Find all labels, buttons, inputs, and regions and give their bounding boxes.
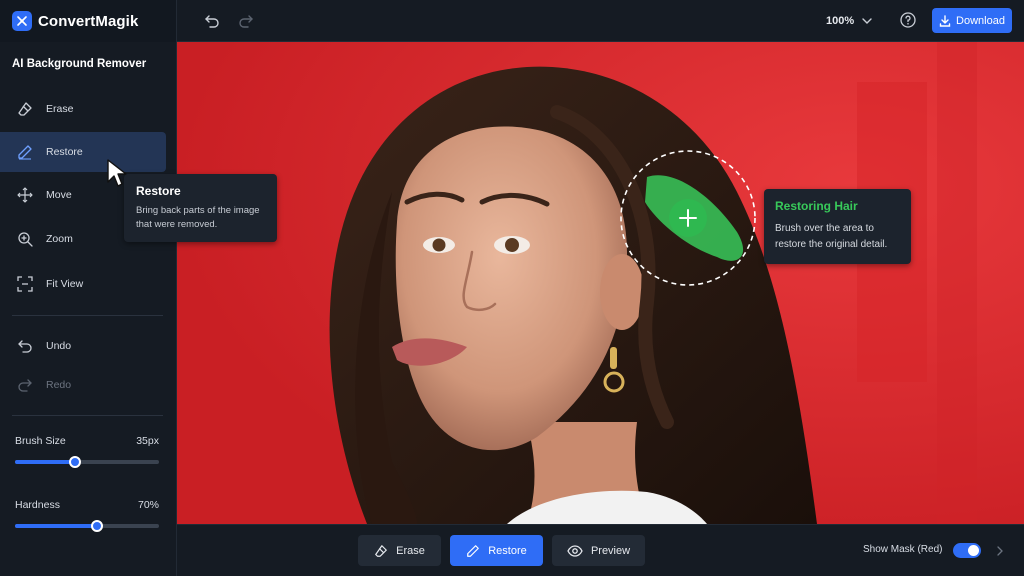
download-button[interactable]: Download bbox=[932, 8, 1012, 33]
hardness-label: Hardness bbox=[15, 499, 60, 511]
brush-size-slider-handle[interactable] bbox=[69, 456, 82, 468]
hardness-slider-fill bbox=[15, 524, 98, 528]
tool-restore[interactable]: Restore bbox=[0, 132, 166, 172]
brush-size-label: Brush Size bbox=[15, 435, 66, 447]
restoring-hair-title: Restoring Hair bbox=[775, 199, 858, 213]
tool-erase-label: Erase bbox=[46, 103, 74, 115]
sidebar-redo-button[interactable]: Redo bbox=[0, 365, 166, 405]
toolbar-redo-button[interactable] bbox=[236, 11, 256, 31]
move-icon bbox=[16, 186, 34, 204]
bottom-bar-expand-button[interactable] bbox=[994, 543, 1006, 558]
restore-tooltip: Restore Bring back parts of the image th… bbox=[124, 174, 277, 242]
sidebar-undo-button[interactable]: Undo bbox=[0, 326, 166, 366]
hardness-slider[interactable] bbox=[15, 520, 159, 532]
zoom-value: 100% bbox=[826, 15, 855, 27]
undo-icon bbox=[205, 15, 219, 28]
brand[interactable]: ConvertMagik bbox=[0, 0, 177, 42]
bottom-bar: Erase Restore Preview Show Mask (Red) bbox=[177, 524, 1024, 576]
redo-icon bbox=[239, 15, 253, 28]
fit-view-icon bbox=[16, 275, 34, 293]
sidebar: AI Background Remover Erase Restore Move… bbox=[0, 42, 177, 576]
sidebar-divider bbox=[12, 315, 163, 316]
show-mask-toggle-knob bbox=[968, 545, 979, 556]
redo-icon bbox=[16, 376, 34, 394]
toolbar-undo-button[interactable] bbox=[202, 11, 222, 31]
restoring-hair-description: Brush over the area to restore the origi… bbox=[775, 223, 888, 250]
tool-zoom-label: Zoom bbox=[46, 233, 73, 245]
top-bar: ConvertMagik 100% Download bbox=[0, 0, 1024, 42]
zoom-dropdown[interactable]: 100% bbox=[826, 12, 872, 30]
portrait-photo bbox=[177, 42, 1024, 524]
restore-tooltip-description: Bring back parts of the image that were … bbox=[136, 205, 260, 230]
bottom-restore-label: Restore bbox=[488, 544, 527, 557]
brush-size-value: 35px bbox=[136, 435, 159, 447]
tool-move-label: Move bbox=[46, 189, 72, 201]
eye-icon bbox=[567, 544, 583, 557]
restore-tooltip-title: Restore bbox=[136, 184, 181, 198]
hardness-slider-handle[interactable] bbox=[91, 520, 104, 532]
show-mask-toggle[interactable] bbox=[953, 543, 981, 558]
app-name: ConvertMagik bbox=[38, 12, 139, 30]
brush-size-slider-fill bbox=[15, 460, 76, 464]
download-icon bbox=[939, 14, 951, 27]
bottom-erase-label: Erase bbox=[396, 544, 425, 557]
eraser-icon bbox=[375, 544, 387, 557]
pen-icon bbox=[467, 544, 480, 557]
chevron-down-icon bbox=[862, 18, 872, 24]
show-mask-label: Show Mask (Red) bbox=[863, 544, 943, 555]
help-button[interactable] bbox=[899, 11, 917, 29]
restoring-hair-tooltip: Restoring Hair Brush over the area to re… bbox=[764, 189, 911, 264]
download-label: Download bbox=[956, 14, 1005, 27]
bottom-preview-label: Preview bbox=[590, 544, 631, 557]
bottom-restore-button[interactable]: Restore bbox=[450, 535, 543, 566]
zoom-icon bbox=[16, 230, 34, 248]
chevron-right-icon bbox=[997, 545, 1003, 556]
convertmagik-logo-icon bbox=[12, 11, 32, 31]
sidebar-title: AI Background Remover bbox=[12, 58, 147, 70]
tool-erase[interactable]: Erase bbox=[0, 89, 166, 129]
undo-icon bbox=[16, 337, 34, 355]
tool-fit-view-label: Fit View bbox=[46, 278, 84, 290]
image-canvas[interactable] bbox=[177, 42, 1024, 524]
bottom-preview-button[interactable]: Preview bbox=[552, 535, 645, 566]
eraser-icon bbox=[16, 100, 34, 118]
help-icon bbox=[900, 12, 916, 28]
brush-size-slider[interactable] bbox=[15, 456, 159, 468]
sidebar-undo-label: Undo bbox=[46, 340, 72, 352]
hardness-value: 70% bbox=[137, 499, 159, 511]
tool-restore-label: Restore bbox=[46, 146, 83, 158]
sidebar-divider bbox=[12, 415, 163, 416]
sidebar-redo-label: Redo bbox=[46, 379, 72, 391]
pen-icon bbox=[16, 143, 34, 161]
tool-fit-view[interactable]: Fit View bbox=[0, 264, 166, 304]
bottom-erase-button[interactable]: Erase bbox=[358, 535, 441, 566]
